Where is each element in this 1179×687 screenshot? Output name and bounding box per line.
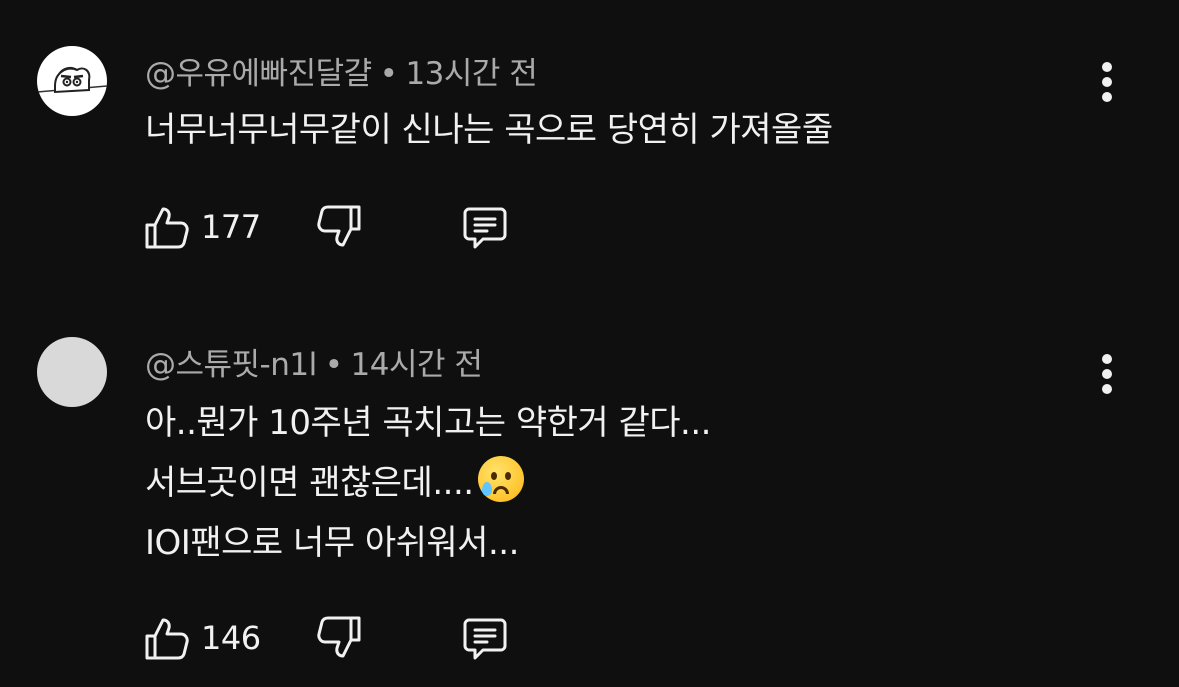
comment-line-with-emoji: 서브곳이면 괜찮은데.... <box>145 453 711 513</box>
reply-icon <box>463 207 507 249</box>
comment-line: IOI팬으로 너무 아쉬워서... <box>145 523 519 563</box>
comment-text: 너무너무너무같이 신나는 곡으로 당연히 가져올줄 <box>145 100 833 160</box>
comment-line: 너무너무너무같이 신나는 곡으로 당연히 가져올줄 <box>145 110 833 150</box>
like-button[interactable]: 146 <box>143 614 261 662</box>
comment-line: 아..뭔가 10주년 곡치고는 약한거 같다... <box>145 403 711 443</box>
dislike-button[interactable] <box>315 203 363 251</box>
like-button[interactable]: 177 <box>143 203 261 251</box>
thumbs-down-icon <box>317 205 361 247</box>
crayon-shinchan-icon <box>37 66 107 94</box>
comment-meta: @스튜핏-n1l • 14시간 전 <box>145 339 483 384</box>
comment-actions: 146 <box>143 614 563 664</box>
dislike-button[interactable] <box>315 614 363 662</box>
comment-meta: @우유에빠진달걀 • 13시간 전 <box>145 48 538 93</box>
comment-time[interactable]: 14시간 전 <box>351 347 483 383</box>
thumbs-up-icon <box>145 618 189 660</box>
reply-button[interactable] <box>461 203 509 251</box>
comment-line: 서브곳이면 괜찮은데.... <box>145 463 474 503</box>
comment-time[interactable]: 13시간 전 <box>405 56 537 92</box>
meta-separator: • <box>324 347 343 383</box>
reply-icon <box>463 618 507 660</box>
author-name[interactable]: @스튜핏-n1l <box>145 347 317 383</box>
crying-face-icon <box>477 456 524 502</box>
comment-actions: 177 <box>143 203 563 253</box>
more-options-button[interactable] <box>1092 58 1122 108</box>
thumbs-down-icon <box>317 616 361 658</box>
like-count: 146 <box>201 619 261 657</box>
author-name[interactable]: @우유에빠진달걀 <box>145 56 372 92</box>
thumbs-up-icon <box>145 207 189 249</box>
reply-button[interactable] <box>461 614 509 662</box>
avatar[interactable] <box>37 46 107 116</box>
comment-text: 아..뭔가 10주년 곡치고는 약한거 같다... 서브곳이면 괜찮은데....… <box>145 393 711 573</box>
meta-separator: • <box>379 56 398 92</box>
more-options-button[interactable] <box>1092 350 1122 400</box>
avatar[interactable] <box>37 337 107 407</box>
like-count: 177 <box>201 208 261 246</box>
